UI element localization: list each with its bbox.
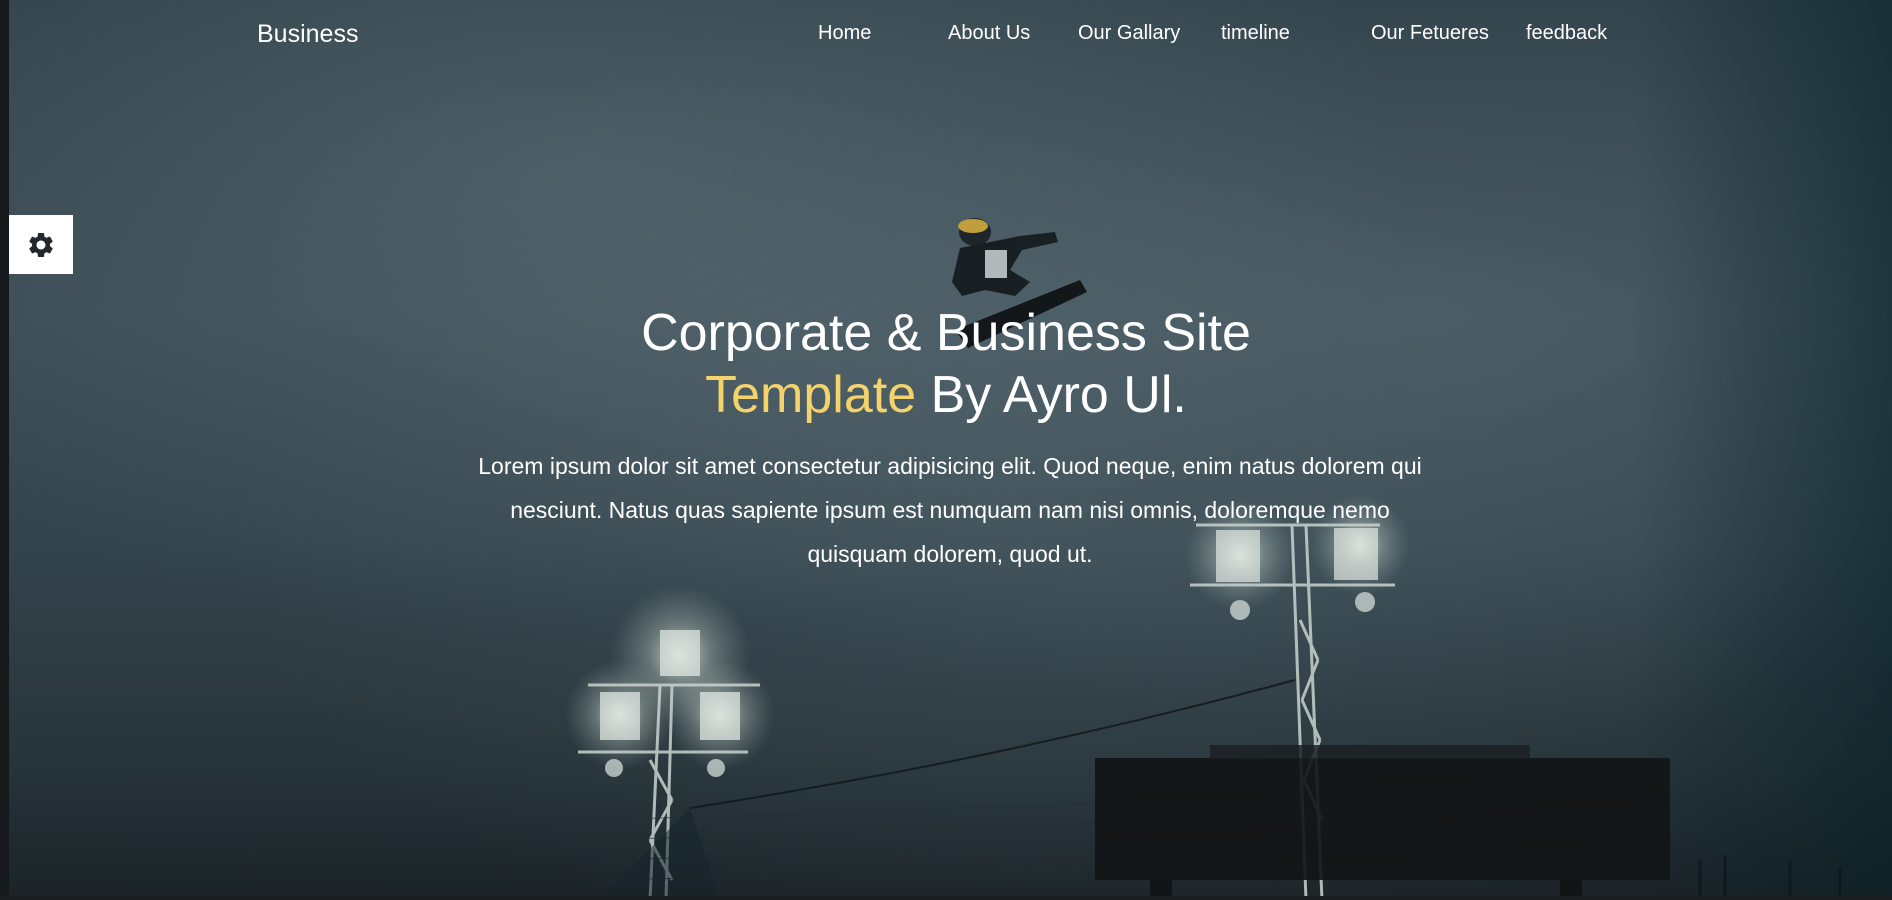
gear-icon bbox=[29, 232, 53, 257]
hero-title-line1: Corporate & Business Site bbox=[641, 304, 1251, 362]
hero-title-accent: Template bbox=[705, 366, 917, 424]
hero-section: Business Home About Us Our Gallary timel… bbox=[0, 0, 1892, 900]
nav-item-our-gallary[interactable]: Our Gallary bbox=[1078, 22, 1180, 45]
hero-title-rest: By Ayro Ul. bbox=[916, 366, 1187, 424]
nav-item-timeline[interactable]: timeline bbox=[1221, 22, 1290, 45]
settings-button[interactable] bbox=[9, 215, 73, 274]
nav-item-home[interactable]: Home bbox=[818, 22, 871, 45]
nav-item-about-us[interactable]: About Us bbox=[948, 22, 1030, 45]
nav-item-our-fetueres[interactable]: Our Fetueres bbox=[1371, 22, 1489, 45]
main-nav: Home About Us Our Gallary timeline Our F… bbox=[0, 22, 1892, 52]
billboard bbox=[1095, 758, 1670, 880]
left-edge-bar bbox=[0, 0, 9, 900]
right-vignette bbox=[1632, 0, 1892, 900]
bottom-edge-bar bbox=[0, 896, 1892, 900]
hero-description: Lorem ipsum dolor sit amet consectetur a… bbox=[478, 453, 1422, 567]
hero-title: Corporate & Business Site Template By Ay… bbox=[0, 302, 1892, 426]
nav-item-feedback[interactable]: feedback bbox=[1526, 22, 1607, 45]
